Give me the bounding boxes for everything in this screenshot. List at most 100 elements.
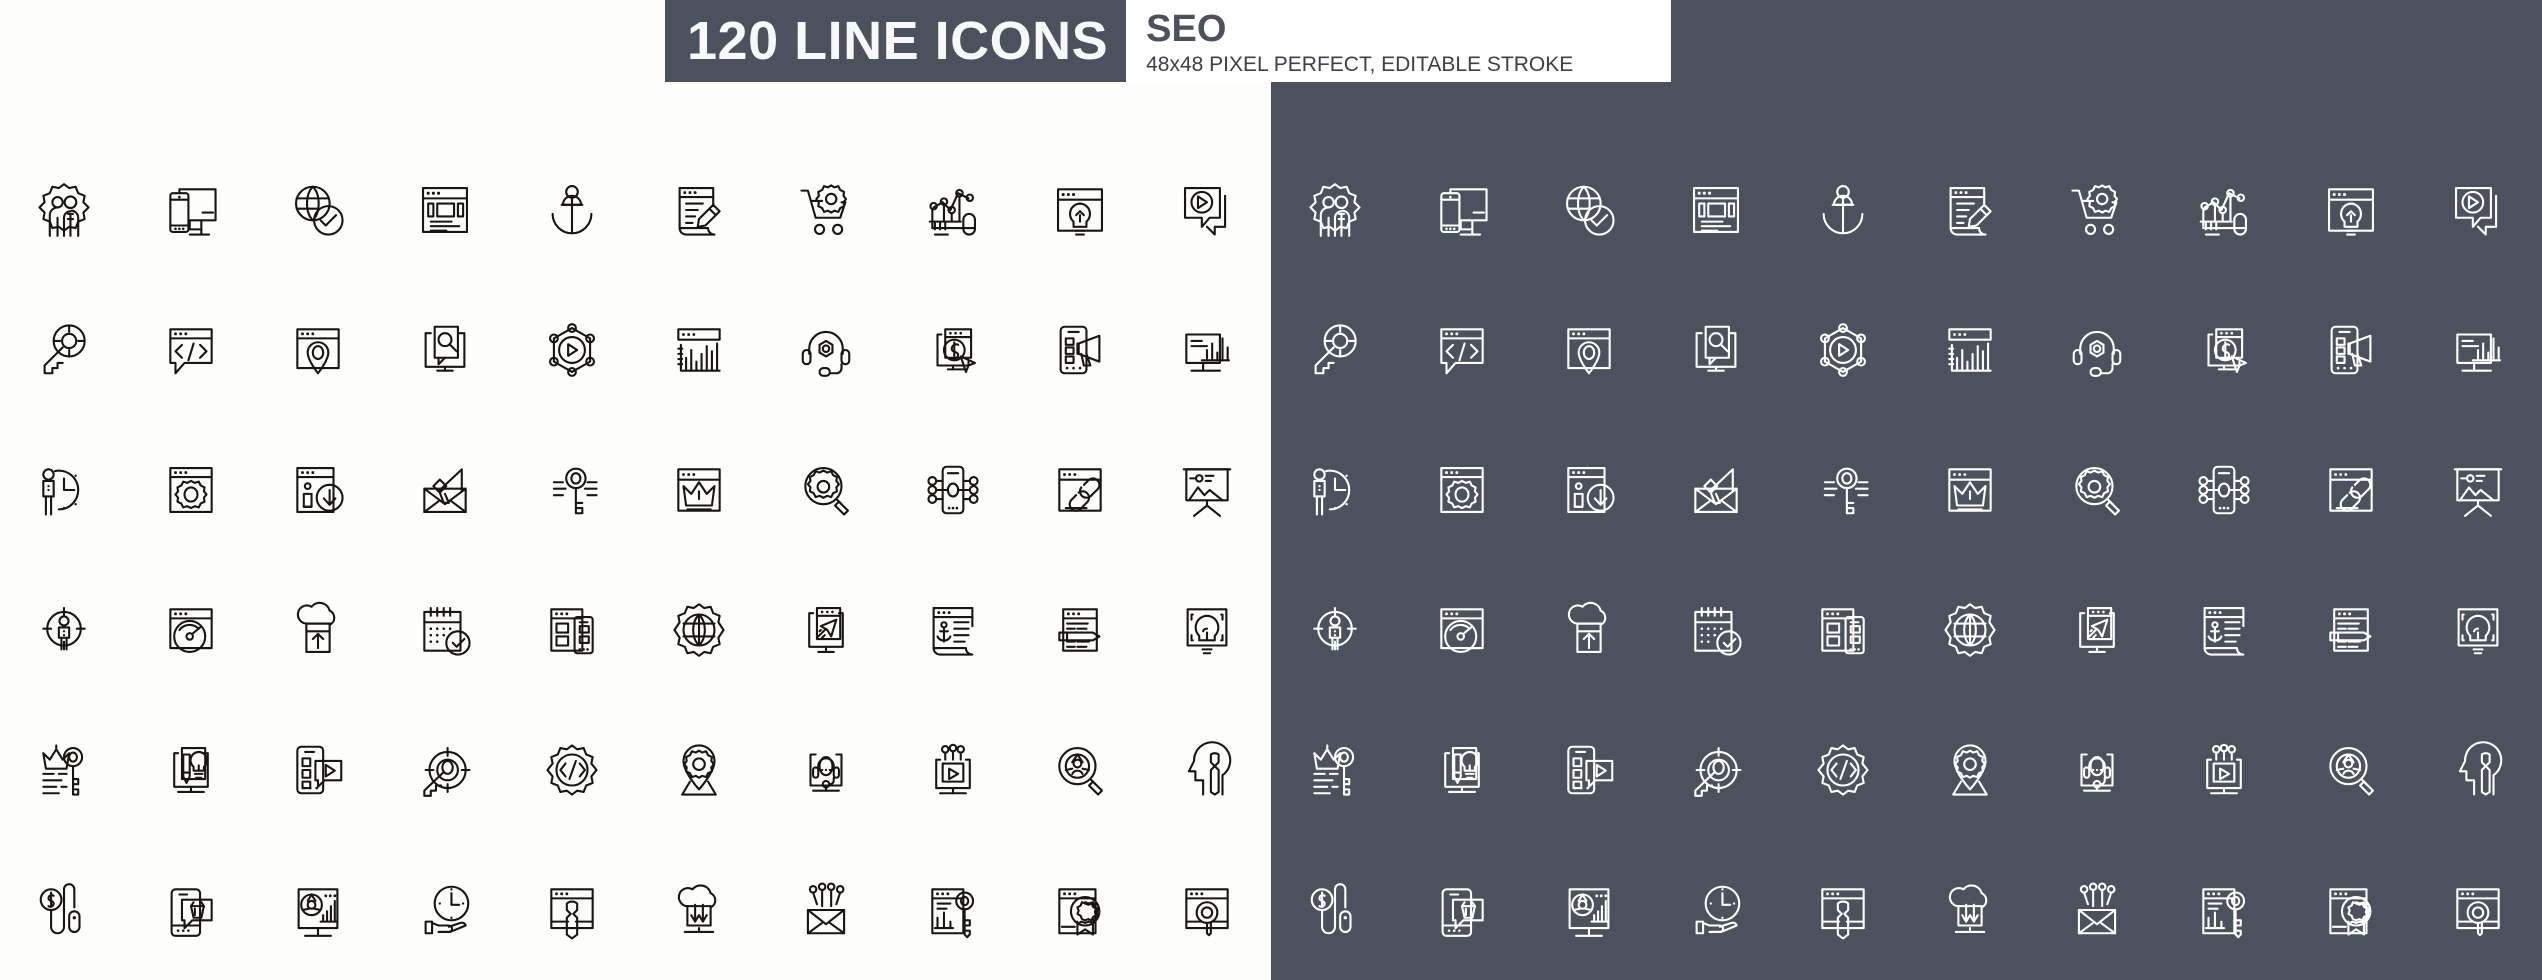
support-monitor-icon[interactable] <box>763 700 890 840</box>
key-target-icon[interactable] <box>381 700 508 840</box>
time-money-icon[interactable] <box>381 840 508 980</box>
monitor-analytics-icon[interactable] <box>2415 280 2542 420</box>
lightbulb-browser-icon[interactable] <box>2288 140 2415 280</box>
video-network-icon[interactable] <box>1779 280 1906 420</box>
time-money-icon[interactable] <box>1652 840 1779 980</box>
lightbulb-browser-icon[interactable] <box>1017 140 1144 280</box>
image-presentation-icon[interactable] <box>1144 420 1271 560</box>
local-seo-pin-icon[interactable] <box>1525 280 1652 420</box>
support-monitor-icon[interactable] <box>2034 700 2161 840</box>
send-monitor-icon[interactable] <box>2034 560 2161 700</box>
video-chat-icon[interactable] <box>1144 140 1271 280</box>
webpage-layout-icon[interactable] <box>381 140 508 280</box>
calendar-check-icon[interactable] <box>381 560 508 700</box>
keyword-research-icon[interactable] <box>508 420 635 560</box>
email-network-icon[interactable] <box>2034 840 2161 980</box>
video-chat-icon[interactable] <box>2415 140 2542 280</box>
code-gear-icon[interactable] <box>1779 700 1906 840</box>
search-settings-icon[interactable] <box>2034 420 2161 560</box>
backlink-browser-icon[interactable] <box>2288 420 2415 560</box>
seo-mind-icon[interactable] <box>2415 700 2542 840</box>
mobile-video-icon[interactable] <box>1525 700 1652 840</box>
key-target-icon[interactable] <box>1652 700 1779 840</box>
idea-browser-icon[interactable] <box>2415 560 2542 700</box>
content-pencil-icon[interactable] <box>1017 560 1144 700</box>
video-marketing-icon[interactable] <box>2161 700 2288 840</box>
mobile-megaphone-icon[interactable] <box>1017 280 1144 420</box>
headset-support-icon[interactable] <box>2034 280 2161 420</box>
crown-key-ranking-icon[interactable] <box>0 700 127 840</box>
info-download-icon[interactable] <box>254 420 381 560</box>
info-download-icon[interactable] <box>1525 420 1652 560</box>
cloud-upload-icon[interactable] <box>254 560 381 700</box>
mobile-network-icon[interactable] <box>2161 420 2288 560</box>
send-monitor-icon[interactable] <box>763 560 890 700</box>
globe-check-icon[interactable] <box>254 140 381 280</box>
keyword-report-icon[interactable] <box>890 840 1017 980</box>
speed-gauge-browser-icon[interactable] <box>127 560 254 700</box>
local-seo-pin-icon[interactable] <box>254 280 381 420</box>
anchor-icon[interactable] <box>508 140 635 280</box>
responsive-devices-icon[interactable] <box>127 140 254 280</box>
analytics-graph-icon[interactable] <box>2161 140 2288 280</box>
seo-tools-icon[interactable] <box>508 840 635 980</box>
search-browser-icon[interactable] <box>1144 840 1271 980</box>
image-presentation-icon[interactable] <box>2415 420 2542 560</box>
cart-gear-icon[interactable] <box>2034 140 2161 280</box>
search-browser-icon[interactable] <box>2415 840 2542 980</box>
keyword-target-icon[interactable] <box>0 280 127 420</box>
cost-per-click-icon[interactable] <box>1271 840 1398 980</box>
cloud-download-icon[interactable] <box>635 840 762 980</box>
bar-chart-browser-icon[interactable] <box>1906 280 2033 420</box>
cost-per-click-icon[interactable] <box>0 840 127 980</box>
globe-gear-icon[interactable] <box>1906 560 2033 700</box>
email-marketing-icon[interactable] <box>381 420 508 560</box>
globe-gear-icon[interactable] <box>635 560 762 700</box>
users-gear-icon[interactable] <box>0 140 127 280</box>
monitor-analytics-icon[interactable] <box>1144 280 1271 420</box>
content-pencil-icon[interactable] <box>2288 560 2415 700</box>
browser-gear-icon[interactable] <box>1398 420 1525 560</box>
certificate-badge-icon[interactable] <box>1017 840 1144 980</box>
copywriting-icon[interactable] <box>635 140 762 280</box>
calendar-check-icon[interactable] <box>1652 560 1779 700</box>
video-network-icon[interactable] <box>508 280 635 420</box>
analytics-dashboard-icon[interactable] <box>254 840 381 980</box>
responsive-devices-icon[interactable] <box>1398 140 1525 280</box>
ppc-click-icon[interactable] <box>890 280 1017 420</box>
target-audience-icon[interactable] <box>1271 560 1398 700</box>
email-network-icon[interactable] <box>763 840 890 980</box>
creative-monitor-icon[interactable] <box>1398 700 1525 840</box>
responsive-layout-icon[interactable] <box>508 560 635 700</box>
code-chat-icon[interactable] <box>1398 280 1525 420</box>
analytics-graph-icon[interactable] <box>890 140 1017 280</box>
target-audience-icon[interactable] <box>0 560 127 700</box>
cloud-download-icon[interactable] <box>1906 840 2033 980</box>
idea-browser-icon[interactable] <box>1144 560 1271 700</box>
video-marketing-icon[interactable] <box>890 700 1017 840</box>
speed-gauge-browser-icon[interactable] <box>1398 560 1525 700</box>
crown-key-ranking-icon[interactable] <box>1271 700 1398 840</box>
mobile-video-icon[interactable] <box>254 700 381 840</box>
email-marketing-icon[interactable] <box>1652 420 1779 560</box>
code-gear-icon[interactable] <box>508 700 635 840</box>
globe-check-icon[interactable] <box>1525 140 1652 280</box>
search-settings-icon[interactable] <box>763 420 890 560</box>
copywriting-icon[interactable] <box>1906 140 2033 280</box>
creative-monitor-icon[interactable] <box>127 700 254 840</box>
mobile-megaphone-icon[interactable] <box>2288 280 2415 420</box>
browser-gear-icon[interactable] <box>127 420 254 560</box>
mobile-shopping-icon[interactable] <box>127 840 254 980</box>
location-gear-icon[interactable] <box>1906 700 2033 840</box>
crown-browser-icon[interactable] <box>1906 420 2033 560</box>
seo-tools-icon[interactable] <box>1779 840 1906 980</box>
cloud-upload-icon[interactable] <box>1525 560 1652 700</box>
anchor-icon[interactable] <box>1779 140 1906 280</box>
keyword-target-icon[interactable] <box>1271 280 1398 420</box>
ppc-click-icon[interactable] <box>2161 280 2288 420</box>
cart-gear-icon[interactable] <box>763 140 890 280</box>
certificate-badge-icon[interactable] <box>2288 840 2415 980</box>
audience-search-icon[interactable] <box>2288 700 2415 840</box>
content-search-monitor-icon[interactable] <box>1652 280 1779 420</box>
content-search-monitor-icon[interactable] <box>381 280 508 420</box>
